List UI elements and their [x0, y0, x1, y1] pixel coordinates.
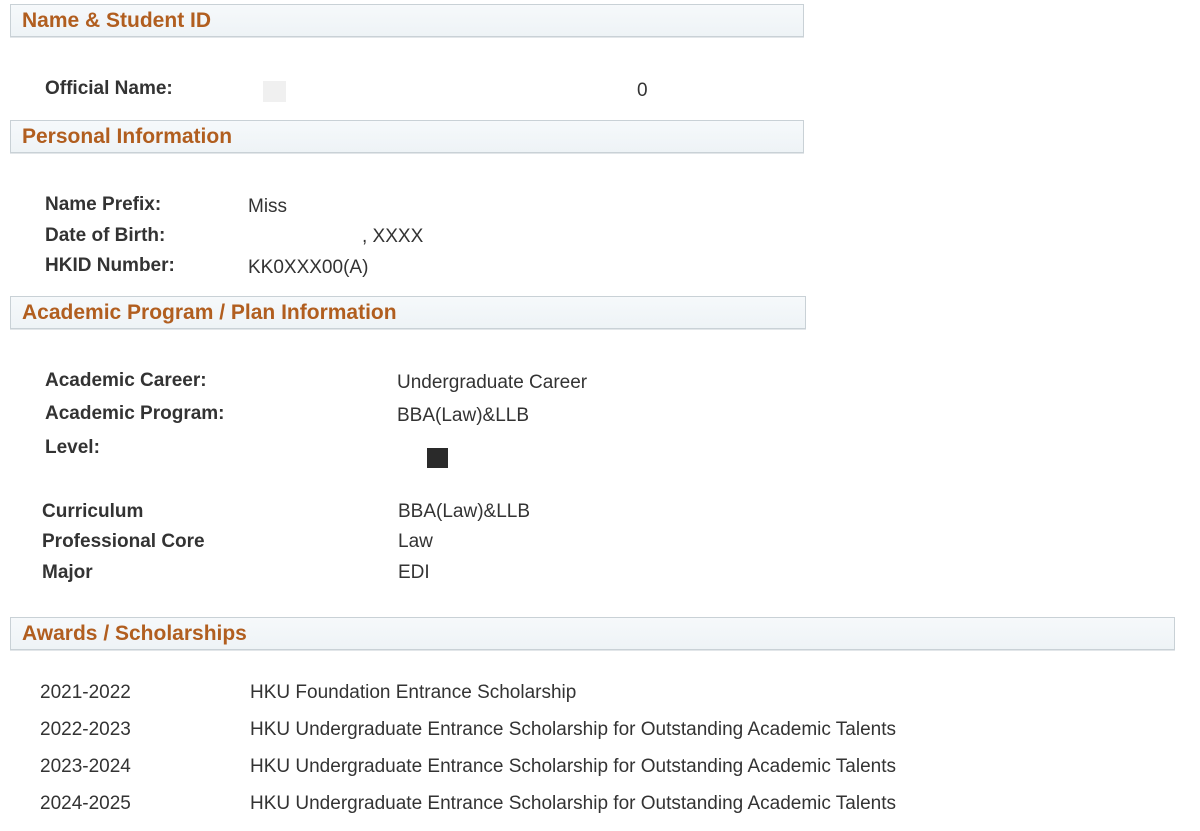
section-header-academic-program: Academic Program / Plan Information [10, 296, 806, 329]
academic-career-label: Academic Career: [45, 370, 207, 391]
redacted-level-block [427, 448, 448, 468]
award-name: HKU Undergraduate Entrance Scholarship f… [250, 793, 897, 814]
hkid-number-label: HKID Number: [45, 255, 175, 276]
academic-program-value: BBA(Law)&LLB [397, 405, 530, 426]
award-year: 2021-2022 [40, 682, 131, 703]
award-name: HKU Undergraduate Entrance Scholarship f… [250, 719, 897, 740]
redacted-name-block [263, 81, 286, 102]
academic-program-label: Academic Program: [45, 403, 225, 424]
award-year: 2023-2024 [40, 756, 131, 777]
professional-core-label: Professional Core [42, 531, 205, 552]
award-name: HKU Foundation Entrance Scholarship [250, 682, 577, 703]
section-header-awards-scholarships: Awards / Scholarships [10, 617, 1175, 650]
academic-career-value: Undergraduate Career [397, 372, 588, 393]
name-prefix-value: Miss [248, 196, 288, 217]
curriculum-value: BBA(Law)&LLB [398, 501, 531, 522]
major-value: EDI [398, 562, 430, 583]
section-title: Academic Program / Plan Information [22, 301, 397, 324]
date-of-birth-label: Date of Birth: [45, 225, 166, 246]
name-prefix-label: Name Prefix: [45, 194, 162, 215]
professional-core-value: Law [398, 531, 433, 552]
major-label: Major [42, 562, 93, 583]
hkid-number-value: KK0XXX00(A) [248, 257, 369, 278]
level-label: Level: [45, 437, 100, 458]
section-title: Personal Information [22, 125, 233, 148]
official-name-label: Official Name: [45, 78, 173, 99]
award-name: HKU Undergraduate Entrance Scholarship f… [250, 756, 897, 777]
section-title: Awards / Scholarships [22, 622, 247, 645]
curriculum-label: Curriculum [42, 501, 144, 522]
award-year: 2024-2025 [40, 793, 131, 814]
section-header-personal-information: Personal Information [10, 120, 804, 153]
award-year: 2022-2023 [40, 719, 131, 740]
date-of-birth-value: , XXXX [362, 226, 424, 247]
official-name-value-tail: 0 [637, 80, 648, 101]
section-header-name-student-id: Name & Student ID [10, 4, 804, 37]
section-title: Name & Student ID [22, 9, 212, 32]
